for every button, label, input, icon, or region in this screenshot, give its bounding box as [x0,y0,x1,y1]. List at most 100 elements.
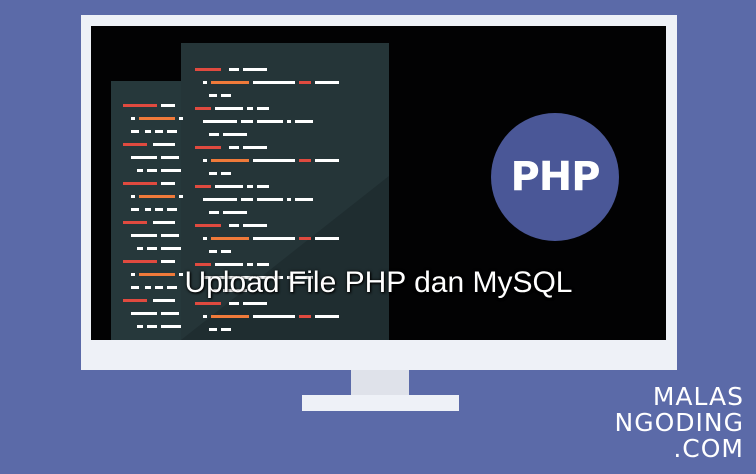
code-line [209,328,217,331]
code-line [137,247,143,250]
code-line [241,198,253,201]
code-line [147,247,157,250]
code-line [145,208,151,211]
code-line [137,169,143,172]
code-line [161,260,175,263]
code-line [203,198,237,201]
code-line [209,211,219,214]
code-line [161,169,181,172]
code-line [195,302,221,305]
code-line [221,328,231,331]
code-line [211,315,249,318]
code-line [131,195,135,198]
logo-line-3: .COM [673,434,744,463]
code-line [257,198,283,201]
code-line [211,159,249,162]
code-line [295,198,313,201]
code-line [161,182,175,185]
code-line [167,208,177,211]
code-line [137,325,143,328]
code-line [221,172,231,175]
code-line [287,120,291,123]
php-logo-badge: PHP [491,113,619,241]
code-line [153,143,175,146]
code-line [299,159,311,162]
code-line [229,68,239,71]
code-line [315,237,339,240]
code-line [243,146,267,149]
code-line [153,221,175,224]
code-line [139,117,175,120]
code-line [253,159,295,162]
code-line [215,107,243,110]
code-line [211,81,249,84]
code-line [131,130,139,133]
code-line [161,156,179,159]
code-line [295,120,313,123]
code-line [229,302,239,305]
code-line [257,107,269,110]
code-line [147,325,157,328]
code-line [209,94,217,97]
code-line [229,146,239,149]
code-line [155,130,163,133]
code-line [179,195,183,198]
code-line [299,81,311,84]
code-line [229,224,239,227]
code-line [299,237,311,240]
code-line [131,156,157,159]
code-line [257,185,269,188]
code-line [209,250,217,253]
code-line [243,224,267,227]
code-line [147,169,157,172]
code-line [123,104,157,107]
code-line [315,315,339,318]
page-title: Upload File PHP dan MySQL [184,266,573,299]
code-line [161,312,179,315]
code-line [123,182,157,185]
code-line [195,185,211,188]
code-line [167,130,177,133]
code-line [123,221,147,224]
code-line [203,159,207,162]
code-line [253,81,295,84]
code-line [221,94,231,97]
php-logo-text: PHP [510,154,600,200]
code-line [209,172,217,175]
code-line [315,81,339,84]
code-line [203,237,207,240]
code-line [179,117,183,120]
code-line [161,104,175,107]
code-line [195,107,211,110]
code-line [257,120,283,123]
code-line [203,120,237,123]
code-line [145,130,151,133]
code-line [223,211,247,214]
code-line [253,315,295,318]
code-line [211,237,249,240]
code-line [195,224,221,227]
code-line [123,260,157,263]
code-line [241,120,253,123]
code-line [195,146,221,149]
code-line [223,133,247,136]
code-line [221,250,231,253]
code-line [253,237,295,240]
code-line [209,133,219,136]
code-line [161,234,179,237]
code-line [131,234,157,237]
code-line [155,208,163,211]
code-line [131,208,139,211]
code-line [315,159,339,162]
code-line [247,107,253,110]
code-line [195,68,221,71]
monitor-screen: PHP Upload File PHP dan MySQL [91,26,666,340]
code-line [131,312,157,315]
code-line [299,315,311,318]
code-line [243,68,267,71]
code-line [243,302,267,305]
code-line [131,117,135,120]
site-logo: MALAS NGODING .COM [614,384,744,462]
code-line [139,195,175,198]
code-line [161,325,181,328]
